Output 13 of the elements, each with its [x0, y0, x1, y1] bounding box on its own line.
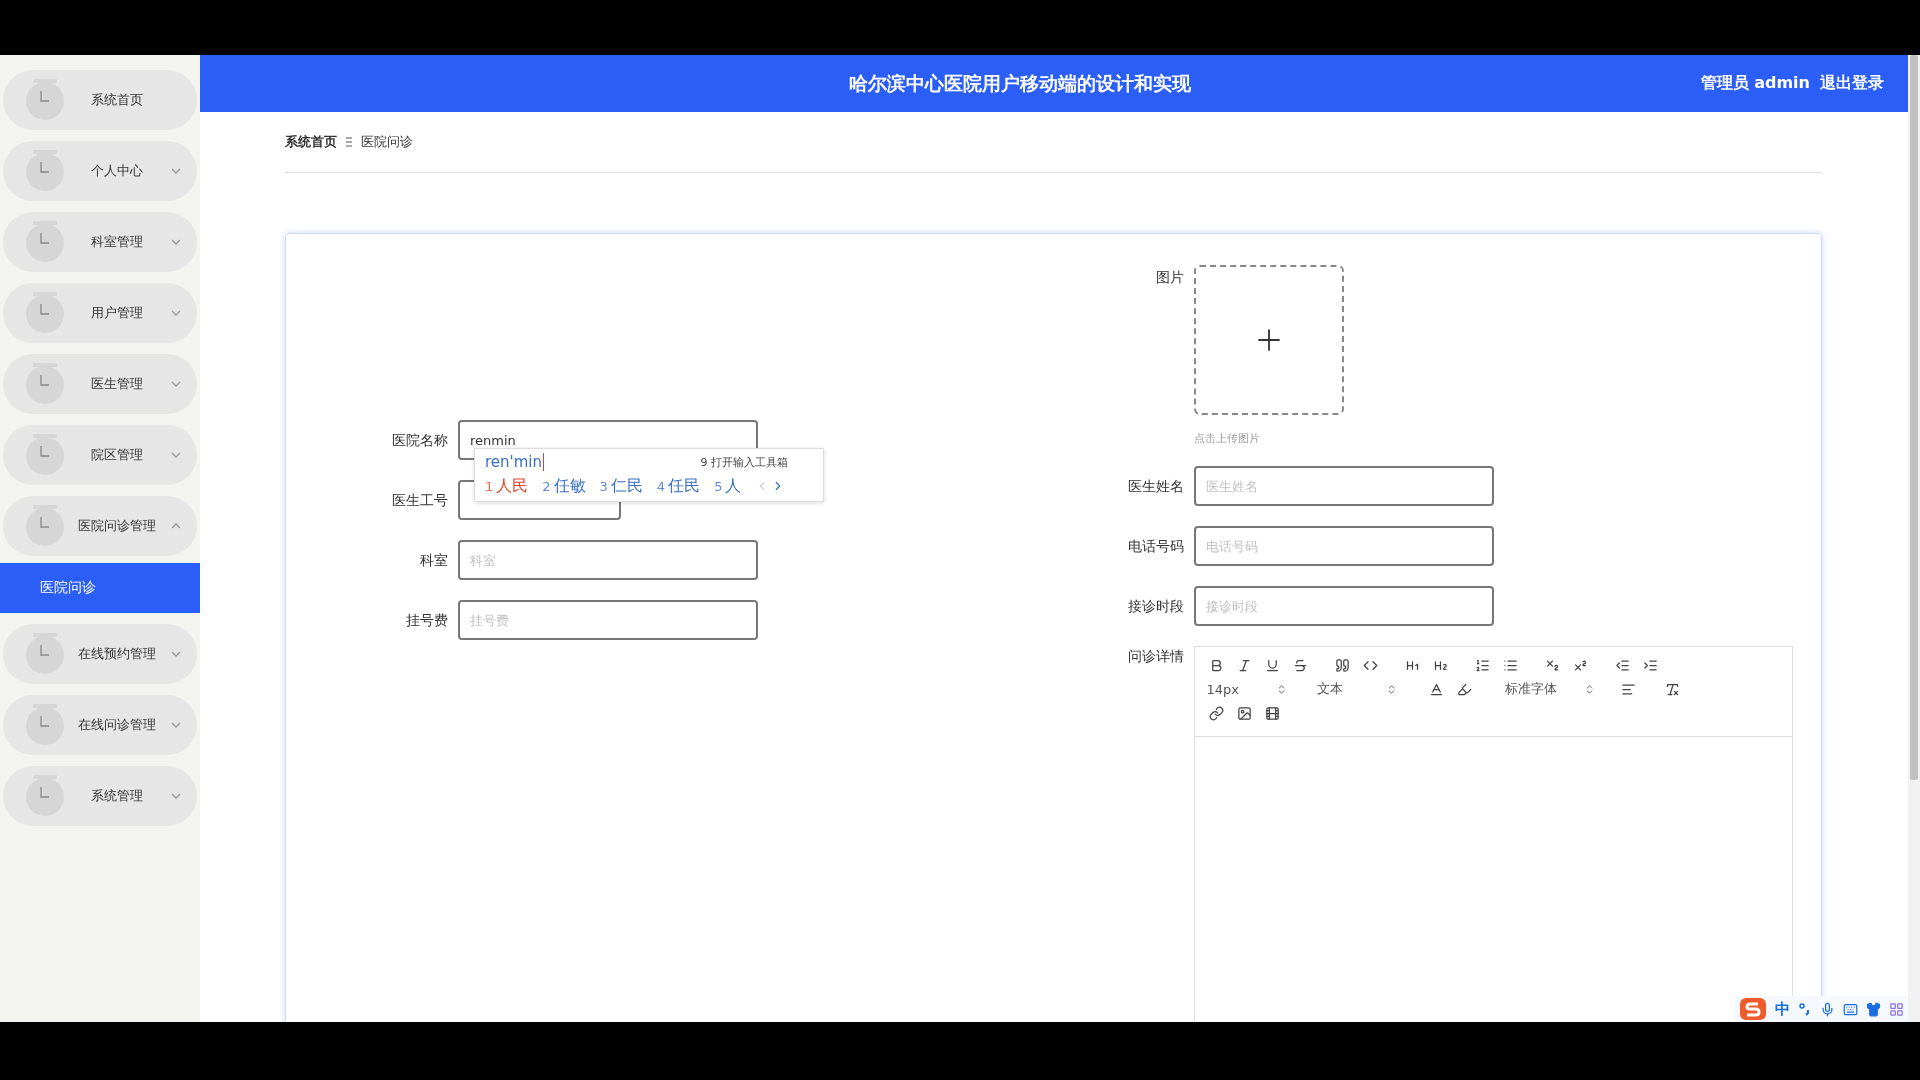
field-label: 医生姓名 [1126, 477, 1184, 496]
field-label: 电话号码 [1126, 537, 1184, 556]
field-label: 接诊时段 [1126, 597, 1184, 616]
upload-hint: 点击上传图片 [1193, 431, 1261, 446]
app-title: 哈尔滨中心医院用户移动端的设计和实现 [848, 70, 1193, 96]
field-label: 问诊详情 [1126, 647, 1184, 666]
field-label: 医院名称 [391, 431, 448, 450]
field-label: 挂号费 [405, 611, 448, 630]
user-name: 管理员 admin [1700, 73, 1810, 94]
field-label: 医生工号 [391, 491, 448, 510]
field-label: 图片 [1154, 268, 1184, 287]
field-label: 科室 [419, 551, 448, 570]
ime-composition: ren'min [485, 453, 544, 471]
